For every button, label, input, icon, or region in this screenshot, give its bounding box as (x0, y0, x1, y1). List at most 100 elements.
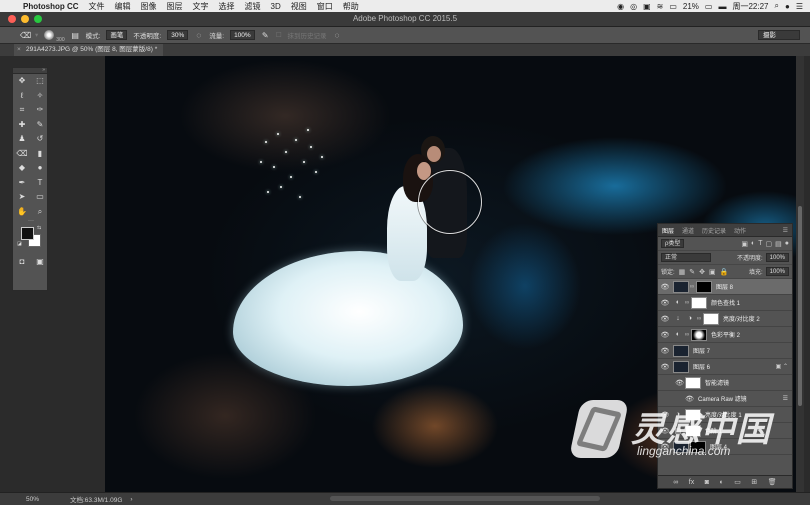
layer-mask-thumbnail[interactable] (696, 280, 712, 293)
layer-row[interactable]: 👁 图层 7 (658, 343, 792, 359)
menu-select[interactable]: 选择 (214, 1, 240, 12)
menu-layer[interactable]: 图层 (162, 1, 188, 12)
swap-colors-icon[interactable]: ⇆ (37, 225, 41, 231)
tab-actions[interactable]: 动作 (730, 226, 750, 235)
filter-shape-icon[interactable]: ▢ (766, 240, 773, 248)
dodge-tool-icon[interactable]: ● (31, 161, 49, 176)
user-avatar-icon[interactable]: ● (782, 2, 793, 11)
brush-panel-icon[interactable]: ▤ (71, 31, 80, 40)
fill-input[interactable]: 100% (765, 267, 789, 276)
vertical-scrollbar[interactable] (796, 56, 804, 492)
gradient-tool-icon[interactable]: ▮ (31, 147, 49, 162)
add-mask-icon[interactable]: ◙ (705, 479, 709, 486)
visibility-eye-icon[interactable]: 👁 (658, 283, 672, 291)
pen-tool-icon[interactable]: ✒ (13, 176, 31, 191)
menu-filter[interactable]: 滤镜 (240, 1, 266, 12)
mask-link-icon[interactable]: ∞ (684, 300, 690, 306)
layer-mask-thumbnail[interactable] (691, 328, 707, 341)
smart-filter-expand-icon[interactable]: ▣ ⌃ (776, 363, 792, 370)
status-info-menu-icon[interactable]: › (130, 496, 132, 503)
menu-app-name[interactable]: Photoshop CC (18, 2, 84, 11)
visibility-eye-icon[interactable]: 👁 (658, 315, 672, 323)
clock[interactable]: 周一22:27 (729, 1, 771, 12)
search-icon[interactable]: ⌕ (772, 1, 782, 11)
quick-selection-tool-icon[interactable]: ✧ (31, 89, 49, 104)
hand-tool-icon[interactable]: ✋ (13, 205, 31, 220)
zoom-tool-icon[interactable]: ⌕ (31, 205, 49, 220)
layer-opacity-input[interactable]: 100% (765, 253, 789, 262)
horizontal-scroll-thumb[interactable] (330, 496, 600, 501)
mask-link-icon[interactable]: ∞ (696, 316, 702, 322)
menu-edit[interactable]: 编辑 (110, 1, 136, 12)
delete-layer-icon[interactable]: 🗑 (768, 478, 777, 486)
menu-image[interactable]: 图像 (136, 1, 162, 12)
tab-channels[interactable]: 通道 (678, 226, 698, 235)
layer-row[interactable]: 👁 智能滤镜 (658, 375, 792, 391)
lock-image-icon[interactable]: ✎ (689, 268, 695, 276)
crop-tool-icon[interactable]: ⌗ (13, 103, 31, 118)
filter-toggle-icon[interactable]: ● (785, 240, 789, 247)
airplay-icon[interactable]: ▭ (666, 2, 680, 11)
erase-to-history-checkbox[interactable]: ☐ (276, 31, 282, 39)
clone-stamp-tool-icon[interactable]: ♟ (13, 132, 31, 147)
brush-preview-icon[interactable] (44, 30, 55, 40)
layer-mask-thumbnail[interactable] (691, 296, 707, 309)
layer-row[interactable]: 👁 图层 6 ▣ ⌃ (658, 359, 792, 375)
battery-icon[interactable]: ▭ (702, 2, 716, 11)
tab-history[interactable]: 历史记录 (698, 226, 730, 235)
foreground-color-swatch[interactable] (21, 227, 34, 240)
visibility-eye-icon[interactable]: 👁 (658, 379, 684, 387)
layer-row[interactable]: 👁 ↓ ◑ ∞ 亮度/对比度 2 (658, 311, 792, 327)
workspace-select[interactable]: 摄影 (758, 30, 800, 40)
filter-smart-object-icon[interactable]: ▤ (775, 240, 782, 248)
blend-mode-select[interactable]: 正常 (661, 253, 711, 262)
blur-tool-icon[interactable]: ◆ (13, 161, 31, 176)
layer-mask-thumbnail[interactable] (703, 312, 719, 325)
menu-type[interactable]: 文字 (188, 1, 214, 12)
tab-layers[interactable]: 图层 (658, 226, 678, 235)
lock-transparent-icon[interactable]: ▦ (679, 268, 686, 276)
notification-center-icon[interactable]: ☰ (793, 2, 806, 11)
wechat-icon[interactable]: ◎ (627, 2, 640, 11)
history-brush-tool-icon[interactable]: ↺ (31, 132, 49, 147)
path-selection-tool-icon[interactable]: ➤ (13, 190, 31, 205)
rectangle-tool-icon[interactable]: ▭ (31, 190, 49, 205)
screen-mode-icon[interactable]: ▣ (31, 255, 49, 270)
panel-menu-icon[interactable]: ☰ (779, 227, 792, 234)
new-layer-icon[interactable]: ⊞ (751, 478, 757, 486)
layer-row[interactable]: 👁 ◐ ∞ 颜色查找 1 (658, 295, 792, 311)
default-colors-icon[interactable]: ◪ (17, 241, 22, 247)
flow-input[interactable]: 100% (230, 30, 255, 40)
lock-position-icon[interactable]: ✥ (699, 268, 705, 276)
airbrush-icon[interactable]: ✎ (261, 31, 270, 40)
filter-pixel-icon[interactable]: ▣ (741, 240, 748, 248)
visibility-eye-icon[interactable]: 👁 (658, 347, 672, 355)
layer-row[interactable]: 👁 ◐ ∞ 色彩平衡 2 (658, 327, 792, 343)
new-adjustment-layer-icon[interactable]: ◐ (719, 479, 723, 486)
mask-link-icon[interactable]: ∞ (689, 284, 695, 290)
preset-dropdown-arrow-icon[interactable]: ▾ (35, 31, 38, 39)
visibility-eye-icon[interactable]: 👁 (658, 363, 672, 371)
pressure-size-icon[interactable]: ◌ (333, 31, 342, 40)
healing-brush-tool-icon[interactable]: ✚ (13, 118, 31, 133)
new-group-icon[interactable]: ▭ (734, 478, 741, 486)
eyedropper-tool-icon[interactable]: ✑ (31, 103, 49, 118)
link-layers-icon[interactable]: ∞ (673, 479, 678, 486)
pressure-opacity-icon[interactable]: ◌ (194, 31, 203, 40)
layer-row[interactable]: 👁 ∞ 图层 8 (658, 279, 792, 295)
quick-mask-icon[interactable]: ◘ (13, 255, 31, 270)
wifi-icon[interactable]: ≋ (654, 2, 667, 11)
lock-all-icon[interactable]: 🔒 (720, 268, 729, 276)
menu-3d[interactable]: 3D (266, 2, 286, 11)
lock-artboard-icon[interactable]: ▣ (709, 268, 716, 276)
filter-adjustment-icon[interactable]: ◐ (751, 240, 755, 247)
zoom-level-input[interactable]: 50% (26, 496, 66, 503)
opacity-input[interactable]: 30% (167, 30, 189, 40)
menu-window[interactable]: 窗口 (312, 1, 338, 12)
visibility-eye-icon[interactable]: 👁 (658, 331, 672, 339)
record-icon[interactable]: ◉ (614, 2, 627, 11)
layer-filter-select[interactable]: ρ类型 (661, 239, 685, 248)
mode-select[interactable]: 画笔 (106, 30, 128, 40)
smart-filter-mask-thumbnail[interactable] (685, 376, 701, 389)
move-tool-icon[interactable]: ✥ (13, 74, 31, 89)
